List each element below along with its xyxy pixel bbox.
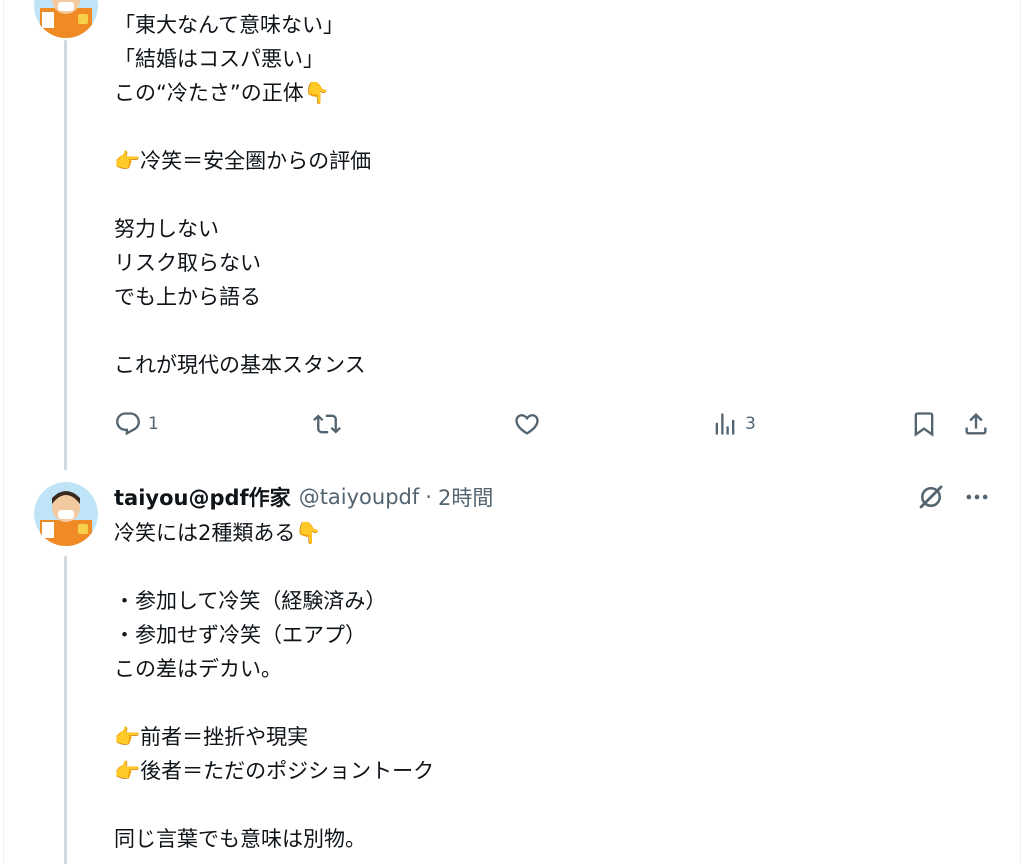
more-button[interactable] bbox=[960, 482, 994, 512]
views-button[interactable]: 3 bbox=[711, 408, 756, 440]
like-button[interactable] bbox=[513, 408, 547, 440]
reply-icon bbox=[116, 412, 140, 436]
tweet-text: 「東大なんて意味ない」 「結婚はコスパ悪い」 この“冷たさ”の正体👇 👉冷笑＝安… bbox=[114, 13, 372, 377]
thread-connector-line bbox=[64, 556, 67, 864]
tweet-text: 冷笑には2種類ある👇 ・参加して冷笑（経験済み） ・参加せず冷笑（エアプ） この… bbox=[114, 521, 435, 851]
views-count: 3 bbox=[745, 414, 756, 434]
grok-icon bbox=[919, 485, 943, 509]
bookmark-icon bbox=[914, 412, 934, 437]
bookmark-button[interactable] bbox=[910, 408, 938, 440]
heart-icon bbox=[515, 414, 539, 435]
grok-button[interactable] bbox=[914, 482, 948, 512]
views-chart-icon bbox=[715, 413, 735, 435]
reply-count: 1 bbox=[148, 414, 159, 434]
share-button[interactable] bbox=[962, 408, 990, 440]
avatar[interactable] bbox=[34, 0, 98, 38]
retweet-button[interactable] bbox=[313, 408, 347, 440]
avatar[interactable] bbox=[34, 482, 98, 546]
tweet-actions: 1 3 bbox=[0, 404, 1024, 444]
author-name[interactable]: taiyou@pdf作家 bbox=[114, 482, 291, 512]
tweet-timestamp[interactable]: 2時間 bbox=[438, 482, 493, 512]
author-handle[interactable]: @taiyoupdf bbox=[299, 485, 420, 509]
reply-button[interactable]: 1 bbox=[114, 408, 159, 440]
more-dots-icon bbox=[966, 494, 988, 500]
share-icon bbox=[965, 413, 987, 435]
header-separator: · bbox=[425, 485, 432, 509]
tweet-header: taiyou@pdf作家 @taiyoupdf · 2時間 bbox=[114, 480, 493, 514]
timeline: 「東大なんて意味ない」 「結婚はコスパ悪い」 この“冷たさ”の正体👇 👉冷笑＝安… bbox=[0, 0, 1024, 864]
retweet-icon bbox=[313, 414, 341, 434]
